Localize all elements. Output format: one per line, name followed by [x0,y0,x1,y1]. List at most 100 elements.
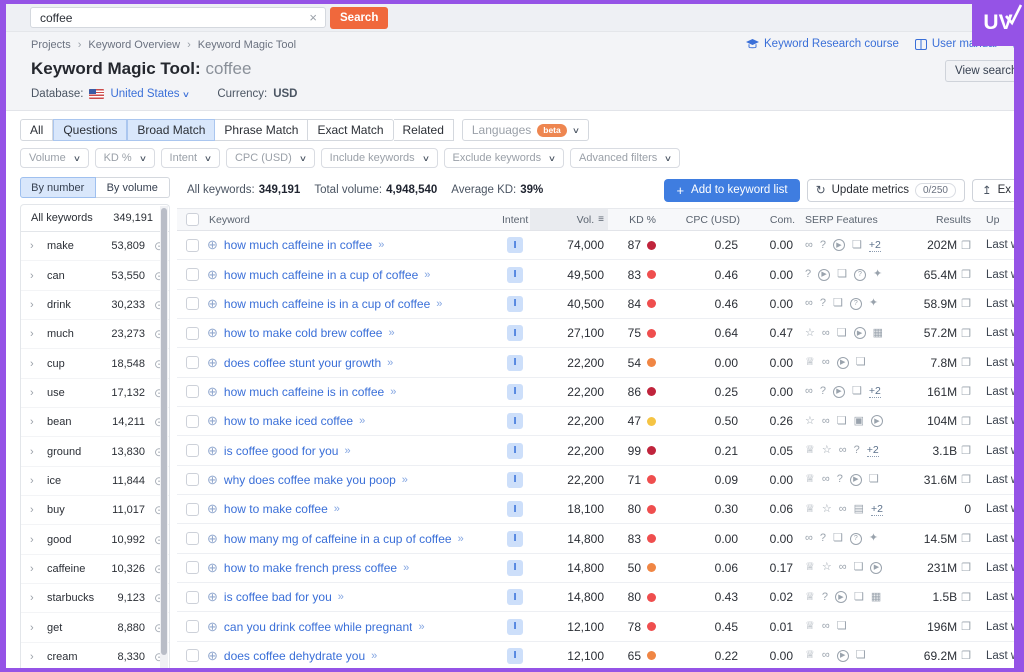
filter-volume[interactable]: Volume∨ [20,148,89,168]
keyword-link[interactable]: how to make coffee [224,502,328,516]
serp-preview-icon[interactable]: ❐ [961,649,971,662]
keyword-group-cup[interactable]: ›cup18,548⊙ [21,349,169,378]
more-serp-features[interactable]: +2 [871,503,883,516]
add-keyword-icon[interactable]: ⊕ [207,384,218,400]
row-checkbox[interactable] [186,620,199,633]
row-checkbox[interactable] [186,473,199,486]
add-keyword-icon[interactable]: ⊕ [207,443,218,459]
filter-kd-[interactable]: KD %∨ [95,148,155,168]
keyword-group-good[interactable]: ›good10,992⊙ [21,525,169,554]
select-all-checkbox[interactable] [186,213,199,226]
keyword-group-use[interactable]: ›use17,132⊙ [21,379,169,408]
chevron-right-icon[interactable]: › [30,563,47,575]
keyword-link[interactable]: how to make iced coffee [224,414,353,428]
open-keyword-icon[interactable]: » [424,269,429,281]
row-checkbox[interactable] [186,327,199,340]
sidebar-scrollbar[interactable] [160,206,168,668]
tab-broad-match[interactable]: Broad Match [127,119,215,141]
tab-questions[interactable]: Questions [53,119,127,141]
serp-preview-icon[interactable]: ❐ [961,239,971,252]
keyword-link[interactable]: how to make french press coffee [224,561,397,575]
breadcrumb-keyword-overview[interactable]: Keyword Overview [88,39,180,51]
keyword-link[interactable]: is coffee good for you [224,444,339,458]
serp-preview-icon[interactable]: ❐ [961,444,971,457]
keyword-link[interactable]: can you drink coffee while pregnant [224,620,413,634]
toggle-by-volume[interactable]: By volume [96,177,171,198]
chevron-right-icon[interactable]: › [30,270,47,282]
row-checkbox[interactable] [186,532,199,545]
all-keywords-row[interactable]: All keywords 349,191 [21,205,169,232]
row-checkbox[interactable] [186,356,199,369]
more-serp-features[interactable]: +2 [867,444,879,457]
column-header-volume[interactable]: Vol. ≡ [530,209,608,230]
add-to-keyword-list-button[interactable]: + Add to keyword list [664,179,799,202]
keyword-group-drink[interactable]: ›drink30,233⊙ [21,291,169,320]
open-keyword-icon[interactable]: » [338,591,343,603]
serp-preview-icon[interactable]: ❐ [961,532,971,545]
keyword-link[interactable]: how many mg of caffeine in a cup of coff… [224,532,452,546]
open-keyword-icon[interactable]: » [402,474,407,486]
toggle-by-number[interactable]: By number [20,177,96,198]
filter-cpc-usd-[interactable]: CPC (USD)∨ [226,148,315,168]
filter-include-keywords[interactable]: Include keywords∨ [321,148,438,168]
add-keyword-icon[interactable]: ⊕ [207,472,218,488]
languages-dropdown[interactable]: Languages beta ∨ [462,119,589,141]
open-keyword-icon[interactable]: » [436,298,441,310]
serp-preview-icon[interactable]: ❐ [961,327,971,340]
chevron-right-icon[interactable]: › [30,299,47,311]
add-keyword-icon[interactable]: ⊕ [207,296,218,312]
open-keyword-icon[interactable]: » [378,239,383,251]
keyword-link[interactable]: how to make cold brew coffee [224,326,383,340]
filter-intent[interactable]: Intent∨ [161,148,220,168]
chevron-right-icon[interactable]: › [30,475,47,487]
chevron-right-icon[interactable]: › [30,446,47,458]
serp-preview-icon[interactable]: ❐ [961,591,971,604]
tab-phrase-match[interactable]: Phrase Match [215,119,308,141]
breadcrumb-projects[interactable]: Projects [31,39,71,51]
column-header-serp-features[interactable]: SERP Features [797,214,909,226]
column-header-cpc[interactable]: CPC (USD) [662,214,742,226]
export-button[interactable]: ↥ Ex [972,179,1014,202]
open-keyword-icon[interactable]: » [387,357,392,369]
add-keyword-icon[interactable]: ⊕ [207,267,218,283]
chevron-right-icon[interactable]: › [30,651,47,663]
row-checkbox[interactable] [186,444,199,457]
keyword-group-much[interactable]: ›much23,273⊙ [21,320,169,349]
row-checkbox[interactable] [186,415,199,428]
add-keyword-icon[interactable]: ⊕ [207,355,218,371]
serp-preview-icon[interactable]: ❐ [961,268,971,281]
row-checkbox[interactable] [186,385,199,398]
open-keyword-icon[interactable]: » [458,533,463,545]
keyword-group-ice[interactable]: ›ice11,844⊙ [21,467,169,496]
chevron-right-icon[interactable]: › [30,328,47,340]
chevron-right-icon[interactable]: › [30,240,47,252]
serp-preview-icon[interactable]: ❐ [961,415,971,428]
column-header-keyword[interactable]: Keyword [207,214,500,226]
keyword-link[interactable]: does coffee stunt your growth [224,356,381,370]
add-keyword-icon[interactable]: ⊕ [207,619,218,635]
more-serp-features[interactable]: +2 [869,239,881,252]
search-input[interactable] [40,11,307,25]
view-search-button[interactable]: View search [945,60,1014,82]
row-checkbox[interactable] [186,297,199,310]
tab-exact-match[interactable]: Exact Match [308,119,393,141]
keyword-link[interactable]: why does coffee make you poop [224,473,396,487]
chevron-right-icon[interactable]: › [30,504,47,516]
keyword-group-caffeine[interactable]: ›caffeine10,326⊙ [21,555,169,584]
open-keyword-icon[interactable]: » [334,503,339,515]
database-selector[interactable]: United States ∨ [110,88,189,100]
open-keyword-icon[interactable]: » [390,386,395,398]
keyword-link[interactable]: how much caffeine is in a cup of coffee [224,297,430,311]
add-keyword-icon[interactable]: ⊕ [207,531,218,547]
column-header-updated[interactable]: Up [973,214,1014,226]
column-header-kd[interactable]: KD % [608,214,662,226]
keyword-link[interactable]: is coffee bad for you [224,590,332,604]
keyword-group-can[interactable]: ›can53,550⊙ [21,261,169,290]
sidebar-scrollbar-thumb[interactable] [161,208,167,655]
serp-preview-icon[interactable]: ❐ [961,356,971,369]
add-keyword-icon[interactable]: ⊕ [207,325,218,341]
keyword-group-ground[interactable]: ›ground13,830⊙ [21,437,169,466]
search-button[interactable]: Search [330,7,388,29]
row-checkbox[interactable] [186,268,199,281]
column-header-results[interactable]: Results [909,214,973,226]
